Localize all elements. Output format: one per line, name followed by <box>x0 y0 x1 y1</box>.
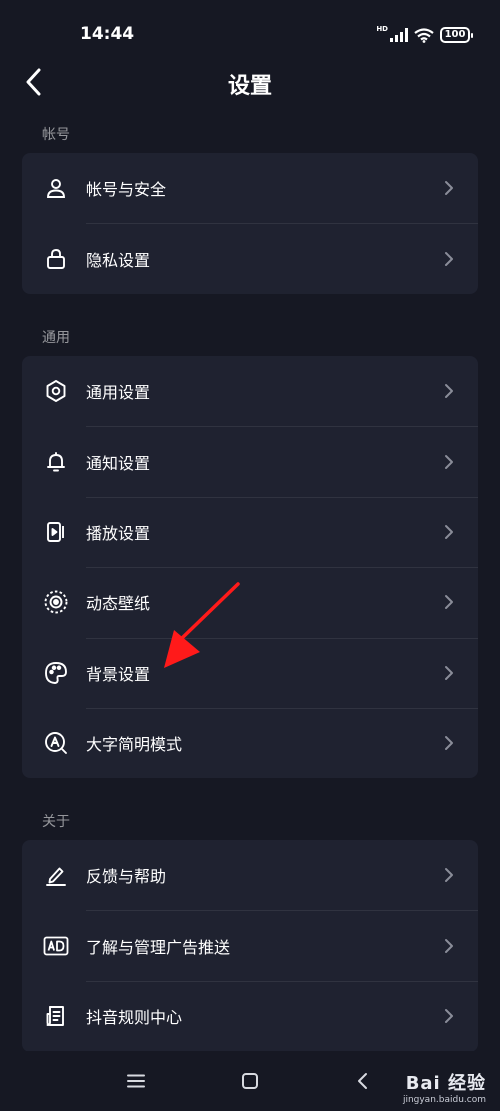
watermark-url: jingyan.baidu.com <box>402 1095 486 1105</box>
menu-icon <box>127 1074 145 1088</box>
settings-item-label: 反馈与帮助 <box>86 867 167 887</box>
chevron-right-icon <box>442 178 456 198</box>
settings-item-notifications[interactable]: 通知设置 <box>22 426 478 496</box>
settings-item-label: 隐私设置 <box>86 250 151 270</box>
settings-item-label: 通用设置 <box>86 383 151 403</box>
section-label-general: 通用 <box>42 330 70 346</box>
chevron-right-icon <box>442 936 456 956</box>
chevron-right-icon <box>442 249 456 269</box>
watermark-brand: Bai 经验 <box>405 1073 486 1094</box>
status-time: 14:44 <box>80 24 135 44</box>
settings-item-label: 大字简明模式 <box>86 735 183 755</box>
home-button[interactable] <box>228 1061 272 1101</box>
settings-card-about: 反馈与帮助 了解与管理广告推送 抖音规则中心 <box>22 840 478 1052</box>
settings-item-rules-center[interactable]: 抖音规则中心 <box>22 980 478 1051</box>
page-title: 设置 <box>227 74 272 99</box>
settings-item-general[interactable]: 通用设置 <box>22 356 478 426</box>
section-label-about: 关于 <box>42 814 70 830</box>
recent-apps-button[interactable] <box>114 1061 158 1101</box>
settings-item-background[interactable]: 背景设置 <box>22 637 478 708</box>
palette-icon <box>42 659 70 687</box>
nav-back-button[interactable] <box>340 1061 384 1101</box>
wifi-icon <box>414 27 434 43</box>
chevron-right-icon <box>442 522 456 542</box>
settings-item-privacy[interactable]: 隐私设置 <box>22 223 478 293</box>
play-icon <box>42 518 70 546</box>
chevron-right-icon <box>442 1006 456 1026</box>
ad-icon <box>42 932 70 960</box>
settings-item-label: 通知设置 <box>86 453 151 473</box>
live-wallpaper-icon <box>42 588 70 616</box>
chevron-right-icon <box>442 865 456 885</box>
large-text-icon <box>42 729 70 757</box>
network-type-label: HD <box>376 25 388 33</box>
settings-item-feedback[interactable]: 反馈与帮助 <box>22 840 478 910</box>
watermark: Bai 经验 jingyan.baidu.com <box>403 1069 486 1105</box>
section-label-account: 帐号 <box>42 127 70 143</box>
settings-item-label: 帐号与安全 <box>86 180 167 200</box>
settings-item-live-wallpaper[interactable]: 动态壁纸 <box>22 567 478 637</box>
chevron-left-icon <box>358 1073 367 1089</box>
header: 设置 <box>0 60 500 105</box>
settings-item-label: 背景设置 <box>86 664 151 684</box>
settings-item-ad-management[interactable]: 了解与管理广告推送 <box>22 910 478 980</box>
settings-item-large-text-mode[interactable]: 大字简明模式 <box>22 707 478 778</box>
battery-icon: 100 <box>440 27 473 43</box>
bell-icon <box>42 448 70 476</box>
settings-card-general: 通用设置 通知设置 播放设置 动态壁纸 背景设置 大字简明模式 <box>22 356 478 779</box>
settings-item-label: 抖音规则中心 <box>86 1007 183 1027</box>
status-bar: 14:44 HD 100 <box>0 0 500 60</box>
chevron-right-icon <box>442 663 456 683</box>
document-icon <box>42 1002 70 1030</box>
settings-item-account-security[interactable]: 帐号与安全 <box>22 153 478 223</box>
pen-icon <box>42 861 70 889</box>
home-square-icon <box>242 1073 258 1089</box>
signal-icon <box>390 28 408 42</box>
settings-item-label: 动态壁纸 <box>86 594 151 614</box>
settings-item-playback[interactable]: 播放设置 <box>22 496 478 567</box>
settings-card-account: 帐号与安全 隐私设置 <box>22 153 478 294</box>
gear-icon <box>42 377 70 405</box>
status-icons: HD 100 <box>376 24 473 46</box>
chevron-right-icon <box>442 452 456 472</box>
chevron-right-icon <box>442 733 456 753</box>
chevron-right-icon <box>442 381 456 401</box>
settings-item-label: 播放设置 <box>86 523 151 543</box>
user-icon <box>42 174 70 202</box>
chevron-right-icon <box>442 592 456 612</box>
settings-item-label: 了解与管理广告推送 <box>86 937 231 957</box>
lock-icon <box>42 245 70 273</box>
